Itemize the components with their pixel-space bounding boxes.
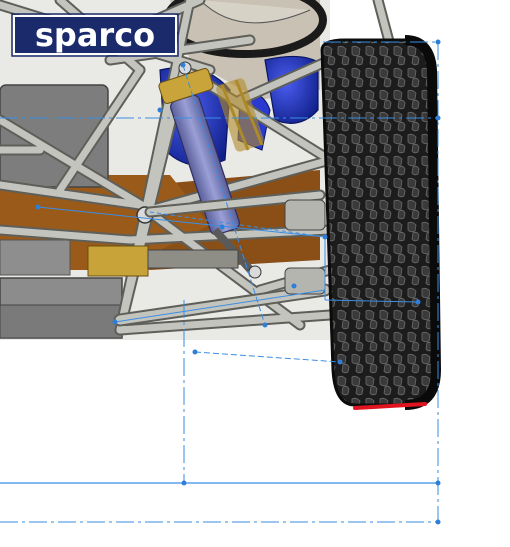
sparco-logo: sparco [11, 13, 179, 57]
sparco-logo-text: sparco [35, 16, 155, 54]
cad-viewport[interactable]: sparco [0, 0, 510, 547]
suspension-assembly-view[interactable]: sparco [0, 0, 510, 547]
front-wheel [320, 35, 442, 410]
